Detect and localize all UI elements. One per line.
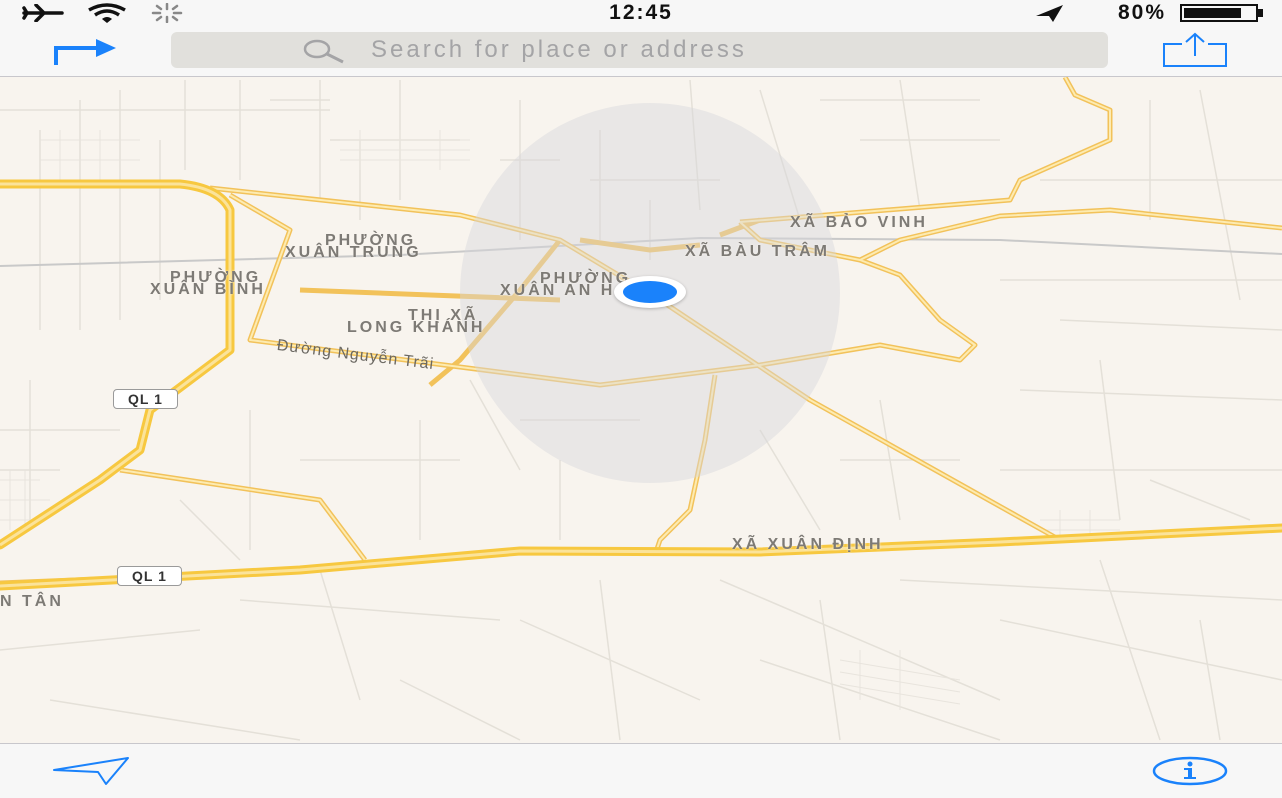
label-xa-bao-vinh: XÃ BẢO VINH [790, 214, 928, 231]
location-tracking-icon[interactable] [52, 756, 132, 786]
search-input[interactable] [371, 32, 1091, 68]
label-tan: N TÂN [0, 593, 64, 610]
location-arrow-icon [1036, 5, 1063, 22]
route-shield: QL 1 [113, 389, 178, 409]
search-icon [303, 39, 344, 64]
bottom-toolbar [0, 743, 1282, 798]
label-thi-xa-2: LONG KHÁNH [347, 319, 486, 336]
search-bar[interactable] [171, 32, 1108, 68]
current-location-dot-inner [623, 281, 677, 303]
label-phuong-xuan-trung-2: XUÂN TRUNG [285, 244, 422, 261]
label-xa-bau-tram: XÃ BÀU TRÂM [685, 243, 830, 260]
info-icon[interactable] [1150, 756, 1230, 786]
map-view[interactable]: XÃ BẢO VINH XÃ BÀU TRÂM PHƯỜNG XUÂN TRUN… [0, 77, 1282, 743]
label-phuong-xuan-an-2: XUÂN AN H [500, 282, 616, 299]
status-time: 12:45 [609, 1, 673, 24]
status-bar: 12:45 80% [0, 0, 1282, 26]
share-icon[interactable] [1162, 32, 1228, 68]
label-xa-xuan-dinh: XÃ XUÂN ĐỊNH [732, 536, 884, 553]
battery-icon [1180, 4, 1263, 22]
map-canvas[interactable] [0, 77, 1282, 743]
battery-percent: 80% [1117, 1, 1166, 24]
nav-bar [0, 26, 1282, 77]
directions-arrow-icon[interactable] [52, 36, 118, 66]
label-phuong-xuan-binh-2: XUÂN BÌNH [150, 281, 266, 298]
current-location-dot[interactable] [614, 276, 686, 308]
route-shield: QL 1 [117, 566, 182, 586]
